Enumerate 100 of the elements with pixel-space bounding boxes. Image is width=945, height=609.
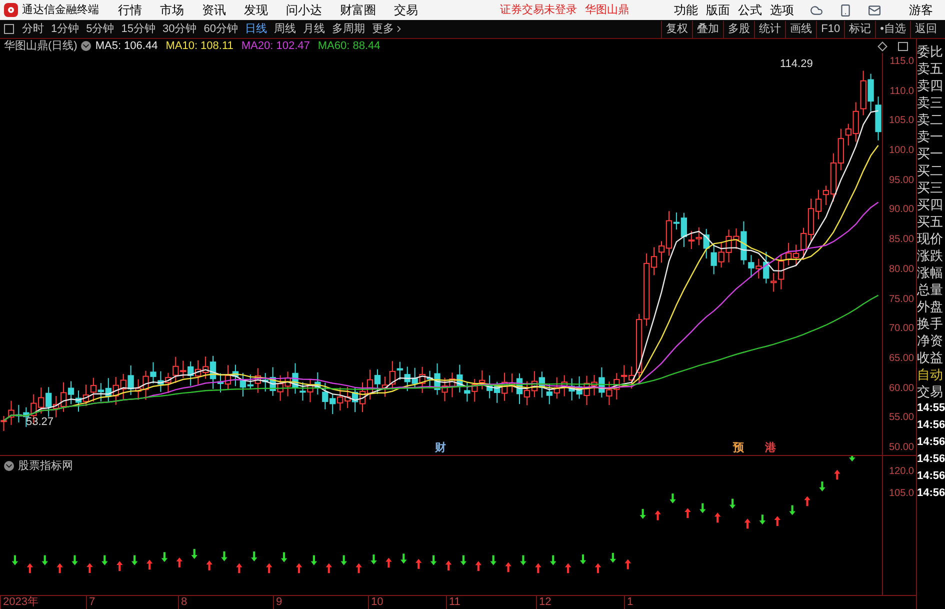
menu-item[interactable]: 资讯	[202, 1, 226, 19]
quote-label: 交易	[917, 383, 944, 400]
price-tick: 105.0	[888, 115, 915, 128]
price-tick: 90.00	[888, 204, 915, 216]
menu-item[interactable]: 行情	[118, 1, 142, 19]
guest-button[interactable]: 游客	[909, 1, 933, 19]
period-tab[interactable]: 周线	[274, 20, 296, 38]
login-status: 证券交易未登录	[500, 2, 577, 18]
quote-label: 买五	[917, 213, 944, 230]
ma-value: MA10: 108.11	[166, 38, 234, 54]
tool-button[interactable]: 统计	[754, 20, 786, 38]
tool-button[interactable]: 返回	[910, 20, 941, 38]
menu-item[interactable]: 市场	[160, 1, 184, 19]
price-tick: 75.00	[888, 294, 915, 306]
period-tab[interactable]: 分时	[22, 20, 44, 38]
date-label: 7	[86, 596, 178, 609]
quote-label: 卖五	[917, 60, 944, 77]
tool-button[interactable]: 画线	[785, 20, 816, 38]
chart-title: 华图山鼎(日线)	[4, 38, 78, 54]
indicator-title: 股票指标网	[18, 459, 73, 474]
price-tick: 85.00	[888, 234, 915, 246]
menu-item[interactable]: 功能	[674, 1, 698, 19]
price-tick: 80.00	[888, 264, 915, 276]
tool-button[interactable]: 多股	[723, 20, 754, 38]
menu-item[interactable]: 公式	[738, 1, 762, 19]
mail-icon[interactable]	[868, 4, 881, 16]
event-marker[interactable]: 预	[733, 440, 744, 456]
dropdown-icon[interactable]	[81, 41, 92, 51]
phone-icon[interactable]	[839, 4, 852, 16]
quote-label: 总量	[917, 281, 944, 298]
quote-label: 卖二	[917, 111, 944, 128]
quote-label: 14:56	[917, 486, 945, 501]
dropdown-icon[interactable]	[4, 461, 14, 472]
quote-label: 14:56	[917, 435, 945, 450]
period-tab[interactable]: 1分钟	[51, 20, 80, 38]
price-tick: 70.00	[888, 323, 915, 336]
quote-label: 换手	[917, 315, 944, 332]
price-tick: 110.0	[888, 86, 915, 98]
panel-toggle-icon[interactable]	[4, 24, 14, 34]
quote-label: 委比	[917, 43, 944, 60]
app-title: 通达信金融终端	[22, 2, 100, 18]
low-price-label: 53.27	[26, 415, 54, 430]
quote-label: 净资	[917, 332, 944, 349]
quote-label: 自动	[917, 366, 944, 383]
quote-label: 买三	[917, 179, 944, 196]
date-label: 2023年	[0, 596, 86, 609]
period-tab[interactable]: 5分钟	[86, 20, 114, 38]
quote-label: 卖一	[917, 128, 944, 145]
tool-button[interactable]: F10	[816, 20, 844, 38]
date-label: 1	[624, 596, 684, 609]
period-tab[interactable]: 60分钟	[204, 20, 238, 38]
cloud-icon[interactable]	[810, 4, 823, 16]
tool-button[interactable]: •自选	[875, 20, 910, 38]
quote-label: 买一	[917, 145, 944, 162]
quote-label: 外盘	[917, 298, 944, 315]
quote-label: 卖四	[917, 77, 944, 94]
quote-label: 收益	[917, 349, 944, 366]
price-tick: 60.00	[888, 382, 915, 395]
stock-link[interactable]: 华图山鼎	[585, 2, 629, 18]
period-tab[interactable]: 多周期	[332, 20, 365, 38]
quote-label: 14:55	[917, 401, 945, 416]
menu-item[interactable]: 发现	[244, 1, 268, 19]
price-tick: 100.0	[888, 145, 915, 158]
period-tab[interactable]: 30分钟	[162, 20, 197, 38]
high-price-label: 114.29	[780, 57, 813, 72]
quote-label: 涨幅	[917, 264, 944, 281]
indicator-tick: 105.0	[888, 488, 915, 500]
quote-label: 卖三	[917, 94, 944, 111]
period-tab[interactable]: 月线	[303, 20, 325, 38]
date-label: 9	[273, 596, 368, 609]
menu-item[interactable]: 问小达	[286, 1, 322, 19]
quote-label: 14:56	[917, 418, 945, 433]
tool-button[interactable]: 叠加	[692, 20, 724, 38]
date-label: 8	[178, 596, 273, 609]
menu-item[interactable]: 版面	[706, 1, 730, 19]
more-button[interactable]: 更多	[372, 20, 404, 38]
menu-item[interactable]: 财富圈	[340, 1, 376, 19]
period-tab[interactable]: 15分钟	[121, 20, 156, 38]
menu-item[interactable]: 选项	[770, 1, 794, 19]
ma-value: MA60: 88.44	[318, 38, 380, 54]
date-label: 12	[536, 596, 624, 609]
quote-label: 买四	[917, 196, 944, 213]
quote-label: 现价	[917, 230, 944, 247]
event-marker[interactable]: 港	[765, 440, 776, 456]
date-label: 10	[368, 596, 446, 609]
ma-value: MA5: 106.44	[95, 38, 158, 54]
price-tick: 65.00	[888, 352, 915, 365]
indicator-tick: 120.0	[888, 466, 915, 478]
ma-value: MA20: 102.47	[241, 38, 310, 54]
period-tab[interactable]: 日线	[245, 20, 267, 38]
price-tick: 55.00	[888, 412, 915, 424]
quote-label: 买二	[917, 162, 944, 179]
app-logo-icon	[4, 3, 18, 17]
window-icon[interactable]	[898, 42, 908, 50]
date-label: 11	[446, 596, 536, 609]
event-marker[interactable]: 财	[435, 440, 446, 456]
quote-label: 14:56	[917, 469, 945, 484]
tool-button[interactable]: 标记	[844, 20, 876, 38]
menu-item[interactable]: 交易	[394, 1, 418, 19]
tool-button[interactable]: 复权	[661, 20, 692, 38]
